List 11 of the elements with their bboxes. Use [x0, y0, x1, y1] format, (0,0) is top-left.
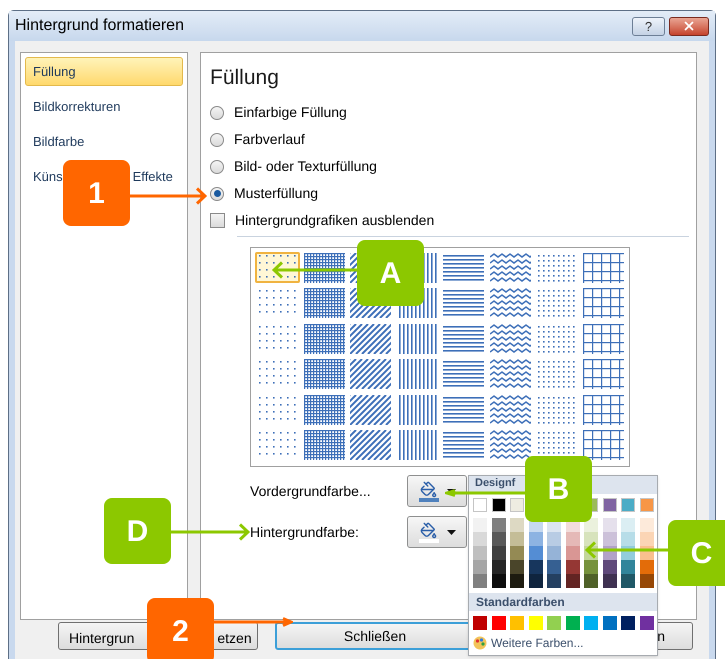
callout-tooltip: C: [668, 520, 725, 586]
window-title: Hintergrund formatieren: [15, 16, 184, 36]
menu-heading: Standardfarben: [469, 593, 657, 611]
callout-tooltip: A: [357, 240, 424, 306]
callout-tooltip: B: [525, 456, 592, 522]
field-label: Hintergrundfarbe:: [250, 522, 360, 542]
field-label: Vordergrundfarbe...: [250, 482, 372, 501]
panel-heading: Füllung: [210, 65, 280, 91]
callout-tooltip: 1: [63, 160, 130, 226]
callout-tooltip: D: [104, 498, 171, 564]
callout-tooltip: 2: [147, 598, 214, 659]
